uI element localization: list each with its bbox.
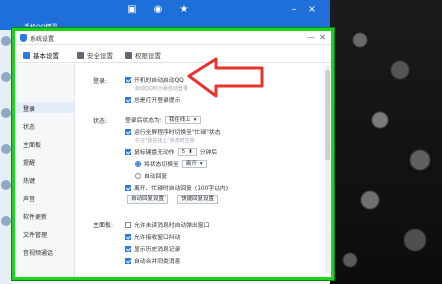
chevron-down-icon: ▾ bbox=[193, 116, 197, 123]
autostart-checkbox[interactable] bbox=[125, 76, 131, 83]
panel-option-4[interactable]: 自动合并同类消息 bbox=[125, 256, 180, 265]
status-section-label: 状态: bbox=[93, 118, 108, 125]
switch-status-select[interactable]: 离开 ▾ bbox=[181, 159, 207, 168]
annotation-arrow-icon bbox=[187, 57, 264, 98]
idle-unit: 分钟后 bbox=[199, 150, 218, 156]
auto-reply-radio[interactable] bbox=[135, 172, 141, 179]
sidebar-item-hotkey[interactable]: 热键 bbox=[23, 176, 35, 185]
sidebar-item-sound[interactable]: 声音 bbox=[23, 194, 35, 203]
minimize-icon[interactable]: – bbox=[288, 4, 300, 16]
spinner-icon: ⬍ bbox=[188, 148, 193, 155]
login-status-label: 登录后状态为: bbox=[125, 118, 162, 124]
fullscreen-busy-option[interactable]: 运行全屏程序时切换至"忙碌"状态 bbox=[125, 127, 221, 136]
switch-status-value: 离开 bbox=[185, 160, 197, 167]
tab-security[interactable]: 安全设置 bbox=[77, 49, 113, 61]
avatar[interactable] bbox=[1, 72, 11, 82]
fullscreen-busy-label: 运行全屏程序时切换至"忙碌"状态 bbox=[134, 130, 221, 136]
autostart-hint: 启动QQ时为我自动登录 bbox=[135, 86, 188, 92]
sidebar-item-status[interactable]: 状态 bbox=[23, 122, 35, 131]
chevron-down-icon: ▾ bbox=[199, 160, 203, 167]
panel-option-1-checkbox[interactable] bbox=[125, 221, 131, 228]
autostart-option[interactable]: 开机时自动启动QQ bbox=[125, 75, 184, 84]
leave-reply-checkbox[interactable] bbox=[125, 184, 131, 191]
login-status-value: 我在线上 bbox=[168, 116, 191, 123]
open-reminder-option[interactable]: 总是打开登录提示 bbox=[125, 95, 180, 104]
panel-option-4-checkbox[interactable] bbox=[125, 257, 131, 264]
settings-sidebar: 登录 状态 主面板 提醒 热键 声音 软件更新 文件管理 音视频通话 bbox=[15, 64, 75, 277]
avatar[interactable] bbox=[1, 36, 11, 46]
scrollbar-thumb[interactable] bbox=[325, 70, 330, 160]
sidebar-item-login[interactable]: 登录 bbox=[23, 104, 35, 113]
switch-status-label: 将状态切换至 bbox=[144, 162, 179, 168]
open-reminder-label: 总是打开登录提示 bbox=[134, 98, 181, 104]
idle-minutes-stepper[interactable]: 5 ⬍ bbox=[177, 147, 197, 156]
fullscreen-hint: 仅在"我在线上"状态时生效 bbox=[135, 138, 195, 144]
panel-option-4-label: 自动合并同类消息 bbox=[134, 259, 181, 265]
qq-contact-column bbox=[0, 30, 12, 284]
contacts-icon[interactable]: ◉ bbox=[152, 4, 164, 16]
idle-checkbox[interactable] bbox=[125, 148, 131, 155]
content-scrollbar[interactable] bbox=[325, 66, 330, 273]
panel-option-3-checkbox[interactable] bbox=[125, 245, 131, 252]
settings-tabs: 基本设置 安全设置 权限设置 bbox=[15, 45, 331, 63]
open-reminder-checkbox[interactable] bbox=[125, 96, 131, 103]
panel-option-3[interactable]: 显示历史消息记录 bbox=[125, 244, 180, 253]
tab-label: 安全设置 bbox=[87, 52, 113, 60]
tab-label: 基本设置 bbox=[33, 52, 59, 60]
login-status-select[interactable]: 我在线上 ▾ bbox=[164, 115, 201, 124]
sidebar-item-update[interactable]: 软件更新 bbox=[23, 212, 47, 221]
close-button[interactable]: ✕ bbox=[319, 33, 326, 42]
settings-title-bar: 系统设置 — ✕ bbox=[15, 31, 331, 45]
leave-reply-option[interactable]: 离开、忙碌时自动回复 (100字以内) bbox=[125, 183, 228, 192]
auto-reply-label: 自动回复 bbox=[144, 174, 168, 180]
tab-label: 权限设置 bbox=[135, 52, 161, 60]
panel-option-2-checkbox[interactable] bbox=[125, 233, 131, 240]
panel-option-2[interactable]: 允许接收窗口抖动 bbox=[125, 232, 180, 241]
space-icon[interactable]: ★ bbox=[178, 4, 190, 16]
leave-reply-limit: (100字以内) bbox=[194, 186, 228, 192]
sidebar-item-files[interactable]: 文件管理 bbox=[23, 230, 47, 239]
settings-window: 系统设置 — ✕ 基本设置 安全设置 权限设置 登录 状态 主面板 提醒 热键 … bbox=[12, 28, 334, 280]
close-icon[interactable]: × bbox=[306, 4, 318, 16]
quick-reply-settings-button[interactable]: 快捷回复设置 bbox=[177, 195, 219, 204]
sidebar-item-av-call[interactable]: 音视频通话 bbox=[23, 248, 53, 257]
login-section-label: 登录: bbox=[93, 78, 108, 85]
panel-option-1[interactable]: 允许未读消息时自动弹出窗口 bbox=[125, 220, 209, 229]
avatar[interactable] bbox=[1, 216, 11, 226]
window-title: 系统设置 bbox=[30, 36, 55, 43]
auto-reply-settings-button[interactable]: 自动回复设置 bbox=[127, 195, 169, 204]
panel-option-1-label: 允许未读消息时自动弹出窗口 bbox=[134, 223, 210, 229]
avatar[interactable] bbox=[1, 144, 11, 154]
login-status-row: 登录后状态为: 我在线上 ▾ bbox=[125, 115, 201, 124]
panel-option-3-label: 显示历史消息记录 bbox=[134, 247, 181, 253]
sidebar-item-reminder[interactable]: 提醒 bbox=[23, 158, 35, 167]
message-icon[interactable]: ▣ bbox=[126, 4, 138, 16]
autostart-label: 开机时自动启动QQ bbox=[134, 78, 184, 84]
switch-status-radio[interactable] bbox=[135, 160, 141, 167]
idle-label: 鼠标键盘无动作 bbox=[134, 150, 175, 156]
panel-section-label: 主面板: bbox=[93, 222, 114, 229]
qq-shield-icon bbox=[20, 34, 27, 42]
lock-icon bbox=[125, 51, 132, 59]
switch-status-row: 将状态切换至 离开 ▾ bbox=[135, 159, 207, 168]
leave-reply-label: 离开、忙碌时自动回复 bbox=[134, 186, 192, 192]
avatar[interactable] bbox=[1, 180, 11, 190]
auto-reply-row[interactable]: 自动回复 bbox=[135, 171, 167, 180]
desktop-background bbox=[330, 0, 442, 284]
idle-option: 鼠标键盘无动作 5 ⬍ 分钟后 bbox=[125, 147, 217, 156]
tab-basic[interactable]: 基本设置 bbox=[23, 49, 59, 61]
tab-permission[interactable]: 权限设置 bbox=[125, 49, 161, 61]
panel-option-2-label: 允许接收窗口抖动 bbox=[134, 235, 181, 241]
shield-icon bbox=[77, 51, 84, 59]
avatar[interactable] bbox=[1, 108, 11, 118]
gear-icon bbox=[23, 51, 30, 59]
fullscreen-busy-checkbox[interactable] bbox=[125, 128, 131, 135]
idle-minutes-value: 5 bbox=[181, 148, 186, 155]
sidebar-item-main-panel[interactable]: 主面板 bbox=[23, 140, 41, 149]
minimize-button[interactable]: — bbox=[307, 33, 315, 42]
